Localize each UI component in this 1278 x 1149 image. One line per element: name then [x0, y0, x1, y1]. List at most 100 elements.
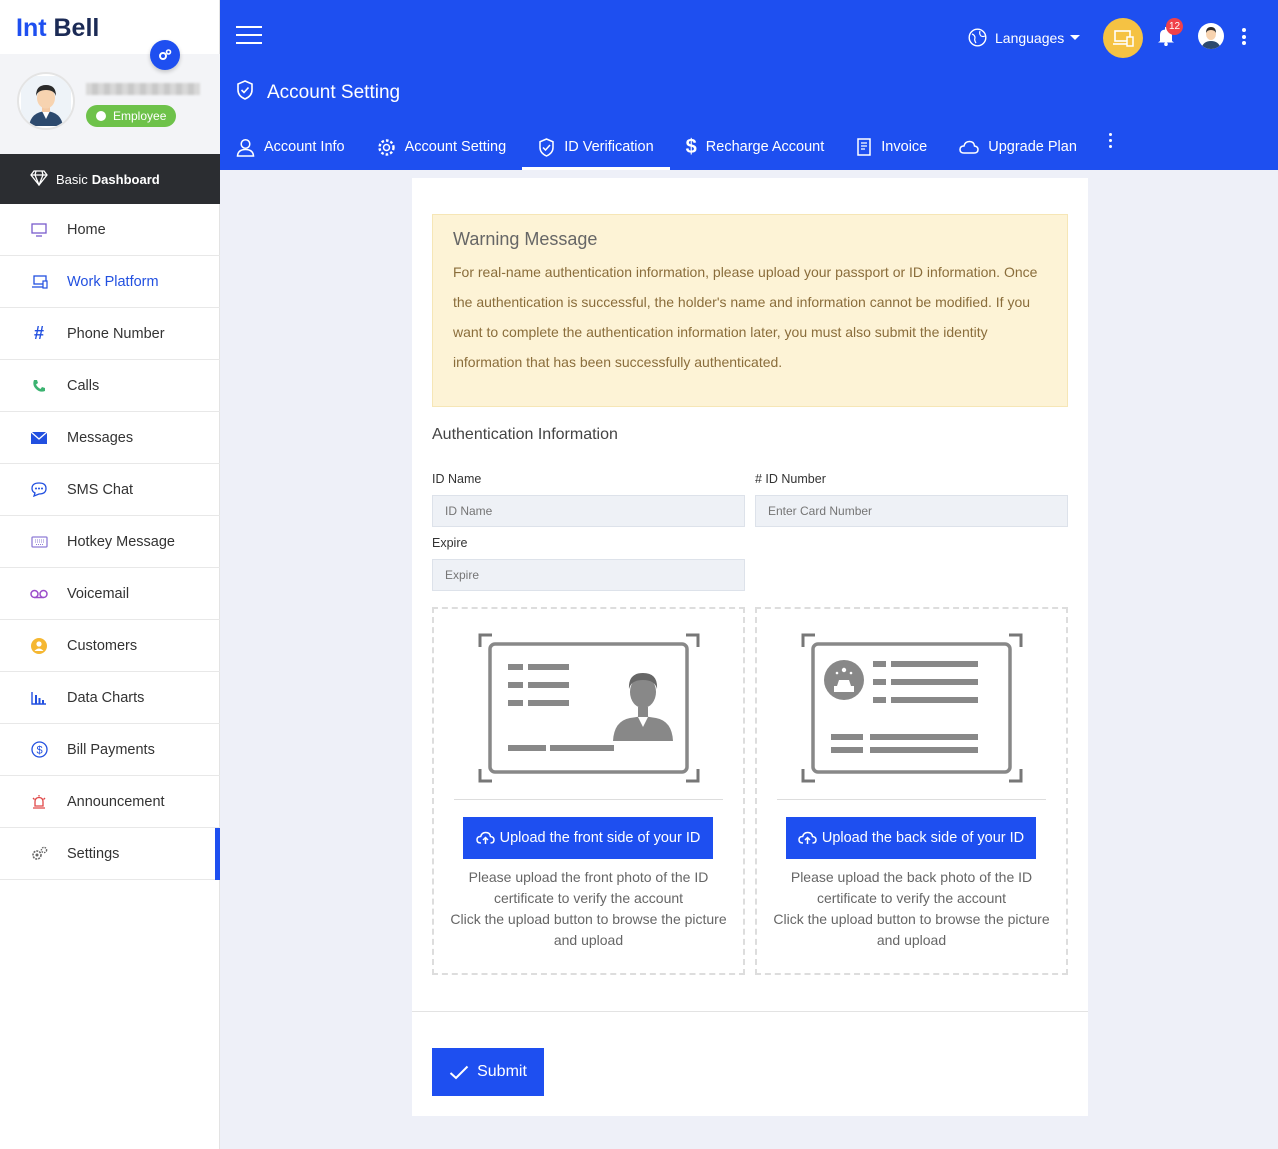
warning-message: Warning Message For real-name authentica… [432, 214, 1068, 407]
sidebar-item-label: Data Charts [67, 689, 145, 706]
sidebar-item-voicemail[interactable]: Voicemail [0, 568, 220, 620]
brand-part2: Bell [53, 14, 100, 42]
tab-label: Account Info [264, 139, 345, 155]
profile-panel: Employee [0, 40, 220, 154]
tab-invoice[interactable]: Invoice [840, 124, 943, 170]
sidebar-item-home[interactable]: Home [0, 204, 220, 256]
expire-input[interactable] [432, 559, 745, 591]
sidebar-item-work-platform[interactable]: Work Platform [0, 256, 220, 308]
tab-account-setting[interactable]: Account Setting [361, 124, 523, 170]
expire-label: Expire [432, 536, 468, 550]
user-circle-icon [30, 637, 48, 655]
devices-icon [1113, 30, 1134, 47]
sidebar-item-sms-chat[interactable]: SMS Chat [0, 464, 220, 516]
dashboard-header[interactable]: Basic Dashboard [0, 154, 220, 204]
sidebar-item-hotkey-message[interactable]: Hotkey Message [0, 516, 220, 568]
upload-back-line1: Please upload the back photo of the ID c… [790, 869, 1033, 906]
sidebar-item-settings[interactable]: Settings [0, 828, 220, 880]
gear-icon [377, 138, 396, 157]
sidebar: Int Bell Employee Basic Dashboard Home W… [0, 0, 220, 1149]
id-name-input[interactable] [432, 495, 745, 527]
id-number-input[interactable] [755, 495, 1068, 527]
sidebar-item-label: Bill Payments [67, 741, 155, 758]
upload-divider [777, 799, 1046, 800]
chat-icon [30, 481, 48, 499]
tab-upgrade-plan[interactable]: Upgrade Plan [943, 124, 1093, 170]
submit-button[interactable]: Submit [432, 1048, 544, 1096]
dollar-icon: $ [30, 741, 48, 759]
sidebar-item-label: Announcement [67, 793, 165, 810]
keyboard-icon [30, 533, 48, 551]
envelope-icon [30, 429, 48, 447]
user-name-redacted [86, 83, 200, 95]
cloud-upload-icon [475, 831, 495, 845]
work-platform-button[interactable] [1103, 18, 1143, 58]
upload-front-line2: Click the upload button to browse the pi… [450, 911, 727, 948]
sidebar-item-customers[interactable]: Customers [0, 620, 220, 672]
gears-icon [159, 49, 172, 60]
monitor-icon [30, 221, 48, 239]
tab-label: Upgrade Plan [988, 139, 1077, 155]
tab-id-verification[interactable]: ID Verification [522, 124, 671, 170]
id-card-back-icon [801, 633, 1023, 783]
id-verification-card: Warning Message For real-name authentica… [412, 178, 1088, 1116]
id-name-label: ID Name [432, 472, 482, 486]
role-badge: Employee [86, 105, 177, 127]
sidebar-item-label: Messages [67, 429, 134, 446]
svg-text:$: $ [36, 745, 42, 757]
upload-back-panel: Upload the back side of your ID Please u… [755, 607, 1068, 975]
shield-check-icon [538, 137, 555, 157]
dashboard-title: Dashboard [91, 171, 160, 187]
user-icon [236, 138, 255, 157]
brand-logo[interactable]: Int Bell [0, 0, 219, 54]
devices-icon [30, 273, 48, 291]
chevron-down-icon [1070, 35, 1081, 40]
upload-front-button[interactable]: Upload the front side of your ID [463, 817, 713, 859]
sidebar-item-label: Phone Number [67, 325, 165, 342]
sidebar-item-data-charts[interactable]: Data Charts [0, 672, 220, 724]
alarm-icon [30, 793, 48, 811]
menu-toggle-button[interactable] [236, 26, 262, 44]
upload-divider [454, 799, 723, 800]
upload-back-button[interactable]: Upload the back side of your ID [786, 817, 1036, 859]
sidebar-item-label: Customers [67, 637, 138, 654]
page-title: Account Setting [236, 80, 400, 106]
id-number-label: # ID Number [755, 472, 826, 486]
gears-icon [30, 845, 48, 863]
tab-account-info[interactable]: Account Info [220, 124, 361, 170]
user-avatar-icon [1201, 27, 1221, 49]
top-header: Languages 12 Account Setting Account Inf… [220, 0, 1278, 170]
tab-recharge-account[interactable]: $ Recharge Account [670, 124, 841, 170]
languages-label: Languages [995, 29, 1065, 46]
sidebar-item-label: Settings [67, 845, 120, 862]
submit-label: Submit [477, 1063, 527, 1080]
tab-label: Recharge Account [705, 139, 825, 155]
tab-label: Account Setting [404, 139, 507, 155]
sidebar-item-phone-number[interactable]: # Phone Number [0, 308, 220, 360]
sidebar-item-bill-payments[interactable]: $ Bill Payments [0, 724, 220, 776]
sidebar-item-announcement[interactable]: Announcement [0, 776, 220, 828]
sidebar-item-calls[interactable]: Calls [0, 360, 220, 412]
warning-title: Warning Message [453, 229, 598, 249]
warning-text: For real-name authentication information… [453, 264, 1038, 370]
upload-front-description: Please upload the front photo of the ID … [444, 867, 733, 951]
globe-icon [968, 28, 987, 47]
phone-icon [30, 377, 48, 395]
sidebar-menu: Home Work Platform # Phone Number Calls … [0, 204, 220, 880]
avatar[interactable] [17, 72, 75, 130]
sidebar-item-messages[interactable]: Messages [0, 412, 220, 464]
shield-check-icon [236, 80, 254, 106]
languages-dropdown[interactable]: Languages [968, 28, 1081, 47]
card-divider [412, 1011, 1088, 1012]
profile-settings-button[interactable] [150, 40, 180, 70]
tab-label: ID Verification [564, 139, 654, 155]
tab-label: Invoice [881, 139, 928, 155]
sidebar-item-label: Work Platform [67, 273, 159, 290]
cloud-upload-icon [798, 831, 817, 845]
user-avatar-button[interactable] [1198, 23, 1224, 49]
upload-front-panel: Upload the front side of your ID Please … [432, 607, 745, 975]
cloud-icon [959, 140, 979, 154]
more-options-button[interactable] [1242, 28, 1246, 48]
dashboard-prefix: Basic [56, 171, 88, 187]
tabs-more-button[interactable] [1108, 133, 1113, 170]
